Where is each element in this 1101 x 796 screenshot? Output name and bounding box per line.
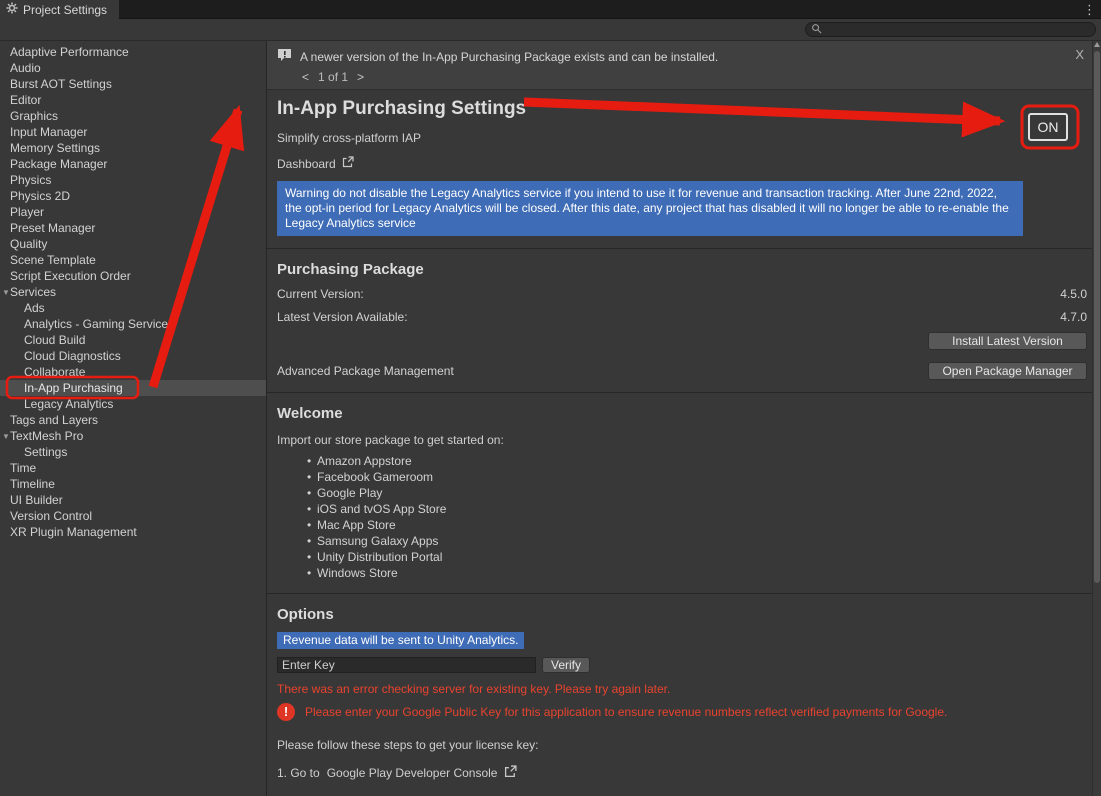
store-item: Google Play [307,485,1087,501]
store-item: Windows Store [307,565,1087,581]
current-version-label: Current Version: [277,287,364,301]
sidebar-item-package-manager[interactable]: Package Manager [0,156,266,172]
sidebar-item-physics[interactable]: Physics [0,172,266,188]
pager-next-button[interactable]: > [357,70,364,84]
options-heading: Options [277,606,1087,623]
latest-version-row: Latest Version Available: 4.7.0 [277,310,1087,324]
key-error-row: ! Please enter your Google Public Key fo… [277,703,1087,721]
sidebar-item-adaptive-performance[interactable]: Adaptive Performance [0,44,266,60]
scrollbar[interactable] [1092,41,1101,796]
store-item: iOS and tvOS App Store [307,501,1087,517]
sidebar-item-ads[interactable]: Ads [0,300,266,316]
pager-label: 1 of 1 [318,70,348,84]
window-titlebar: Project Settings ⋮ [0,0,1101,19]
google-play-console-link[interactable]: Google Play Developer Console [327,766,498,780]
sidebar-item-textmesh-settings[interactable]: Settings [0,444,266,460]
search-field[interactable] [805,22,1096,37]
store-item: Mac App Store [307,517,1087,533]
sidebar-item-time[interactable]: Time [0,460,266,476]
sidebar-item-preset-manager[interactable]: Preset Manager [0,220,266,236]
server-error-message: There was an error checking server for e… [277,682,1087,696]
store-list: Amazon Appstore Facebook Gameroom Google… [277,453,1087,581]
open-package-manager-button[interactable]: Open Package Manager [928,362,1087,380]
dashboard-link[interactable]: Dashboard [277,156,354,171]
purchasing-package-heading: Purchasing Package [277,261,1087,278]
sidebar-item-cloud-diagnostics[interactable]: Cloud Diagnostics [0,348,266,364]
sidebar-item-memory-settings[interactable]: Memory Settings [0,140,266,156]
sidebar-item-editor[interactable]: Editor [0,92,266,108]
latest-version-value: 4.7.0 [1060,310,1087,324]
tab-title: Project Settings [23,3,107,17]
sidebar-item-audio[interactable]: Audio [0,60,266,76]
license-steps-intro: Please follow these steps to get your li… [277,738,1087,752]
settings-sidebar: Adaptive Performance Audio Burst AOT Set… [0,41,267,796]
update-notification-banner: A newer version of the In-App Purchasing… [267,41,1101,90]
sidebar-item-quality[interactable]: Quality [0,236,266,252]
banner-message: A newer version of the In-App Purchasing… [300,50,718,64]
step-1-prefix: 1. Go to [277,766,320,780]
verify-key-button[interactable]: Verify [542,657,590,673]
advanced-package-label: Advanced Package Management [277,364,454,378]
toolbar [0,19,1101,41]
legacy-analytics-warning: Warning do not disable the Legacy Analyt… [277,181,1023,236]
foldout-icon[interactable]: ▼ [2,429,10,445]
close-icon[interactable]: X [1075,47,1084,62]
sidebar-item-cloud-build[interactable]: Cloud Build [0,332,266,348]
sidebar-item-script-execution-order[interactable]: Script Execution Order [0,268,266,284]
divider [267,593,1101,594]
sidebar-item-ui-builder[interactable]: UI Builder [0,492,266,508]
sidebar-item-graphics[interactable]: Graphics [0,108,266,124]
search-input[interactable] [826,23,1090,36]
search-icon [811,23,822,37]
external-link-icon [342,156,354,171]
banner-pager: < 1 of 1 > [302,70,1091,84]
google-key-input[interactable] [277,657,536,673]
sidebar-item-physics-2d[interactable]: Physics 2D [0,188,266,204]
sidebar-item-input-manager[interactable]: Input Manager [0,124,266,140]
latest-version-label: Latest Version Available: [277,310,408,324]
page-title: In-App Purchasing Settings [277,98,1087,120]
sidebar-item-services[interactable]: ▼Services [0,284,266,300]
current-version-value: 4.5.0 [1060,287,1087,301]
sidebar-item-burst-aot[interactable]: Burst AOT Settings [0,76,266,92]
gear-icon [6,2,18,17]
sidebar-item-xr-plugin-management[interactable]: XR Plugin Management [0,524,266,540]
foldout-icon[interactable]: ▼ [2,285,10,301]
welcome-heading: Welcome [277,405,1087,422]
tab-project-settings[interactable]: Project Settings [0,0,119,19]
kebab-menu-icon[interactable]: ⋮ [1083,1,1096,18]
sidebar-item-legacy-analytics[interactable]: Legacy Analytics [0,396,266,412]
google-key-error-message: Please enter your Google Public Key for … [305,705,947,719]
scroll-up-icon[interactable] [1094,42,1100,47]
sidebar-item-tags-and-layers[interactable]: Tags and Layers [0,412,266,428]
welcome-intro: Import our store package to get started … [277,433,1087,447]
console-message-icon [277,48,292,65]
sidebar-item-collaborate[interactable]: Collaborate [0,364,266,380]
store-item: Facebook Gameroom [307,469,1087,485]
external-link-icon[interactable] [504,765,517,781]
current-version-row: Current Version: 4.5.0 [277,287,1087,301]
step-1-row: 1. Go to Google Play Developer Console [277,765,1087,781]
sidebar-item-scene-template[interactable]: Scene Template [0,252,266,268]
sidebar-item-timeline[interactable]: Timeline [0,476,266,492]
store-item: Unity Distribution Portal [307,549,1087,565]
revenue-analytics-note: Revenue data will be sent to Unity Analy… [277,632,524,649]
divider [267,392,1101,393]
pager-prev-button[interactable]: < [302,70,309,84]
sidebar-item-version-control[interactable]: Version Control [0,508,266,524]
store-item: Amazon Appstore [307,453,1087,469]
advanced-package-row: Advanced Package Management Open Package… [277,362,1087,380]
main-panel: A newer version of the In-App Purchasing… [267,41,1101,796]
iap-enable-toggle[interactable]: ON [1028,113,1068,141]
sidebar-item-in-app-purchasing[interactable]: In-App Purchasing [0,380,266,396]
scrollbar-thumb[interactable] [1094,51,1100,583]
store-item: Samsung Galaxy Apps [307,533,1087,549]
sidebar-item-textmesh-pro[interactable]: ▼TextMesh Pro [0,428,266,444]
divider [267,248,1101,249]
sidebar-item-analytics-gaming-services[interactable]: Analytics - Gaming Services [0,316,266,332]
sidebar-item-player[interactable]: Player [0,204,266,220]
error-icon: ! [277,703,295,721]
simplify-iap-label: Simplify cross-platform IAP [277,131,1087,145]
install-latest-version-button[interactable]: Install Latest Version [928,332,1087,350]
